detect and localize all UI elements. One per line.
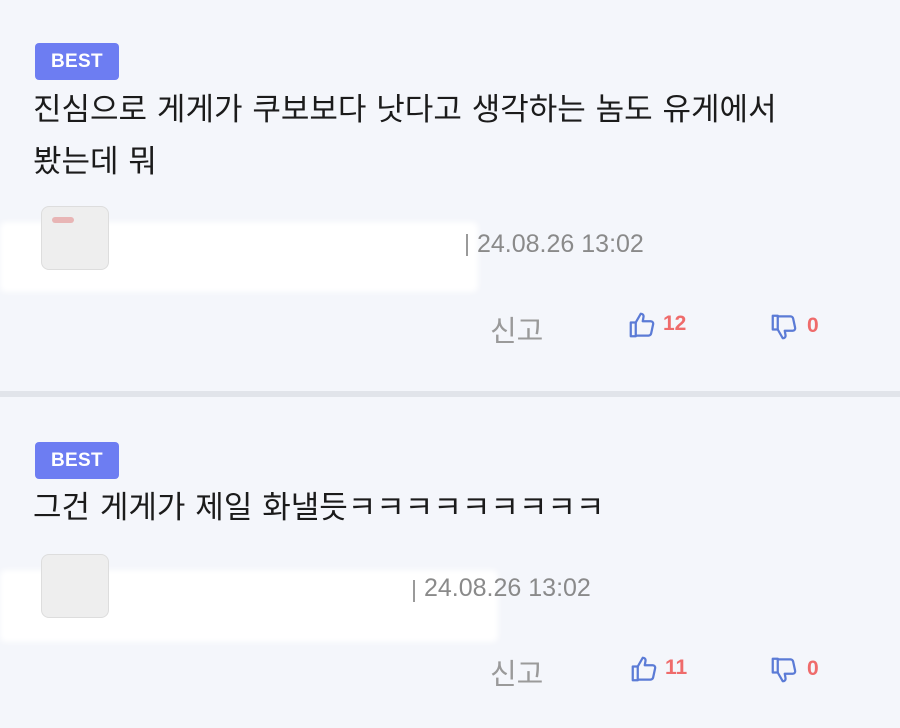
like-button[interactable]: 12 xyxy=(627,310,697,342)
like-button[interactable]: 11 xyxy=(629,654,699,686)
best-badge: BEST xyxy=(35,442,119,479)
comment-meta: 24.08.26 13:02 xyxy=(0,200,900,292)
avatar[interactable] xyxy=(41,206,109,270)
avatar[interactable] xyxy=(41,554,109,618)
meta-separator xyxy=(413,580,415,602)
comment-meta: 24.08.26 13:02 xyxy=(0,548,900,642)
like-count: 11 xyxy=(665,656,688,679)
dislike-button[interactable]: 0 xyxy=(769,312,829,344)
comment-date: 24.08.26 13:02 xyxy=(477,230,644,258)
thumbs-up-icon xyxy=(629,312,655,338)
thumbs-up-icon xyxy=(631,656,657,682)
comment-text-line: 진심으로 게게가 쿠보보다 낫다고 생각하는 놈도 유게에서 xyxy=(33,92,777,128)
comment-date: 24.08.26 13:02 xyxy=(424,574,591,602)
comment-text-line: 그건 게게가 제일 화낼듯ㅋㅋㅋㅋㅋㅋㅋㅋㅋ xyxy=(33,490,605,526)
dislike-count: 0 xyxy=(807,314,819,337)
report-button[interactable]: 신고 xyxy=(490,308,543,350)
comment-divider xyxy=(0,391,900,397)
meta-separator xyxy=(466,234,468,256)
comment-text: 진심으로 게게가 쿠보보다 낫다고 생각하는 놈도 유게에서 봤는데 뭐 xyxy=(33,84,873,188)
like-count: 12 xyxy=(663,312,687,335)
comment-item: BEST 진심으로 게게가 쿠보보다 낫다고 생각하는 놈도 유게에서 봤는데 … xyxy=(0,0,900,392)
comment-text: 그건 게게가 제일 화낼듯ㅋㅋㅋㅋㅋㅋㅋㅋㅋ xyxy=(33,482,873,534)
report-button[interactable]: 신고 xyxy=(490,651,543,693)
comment-text-line: 봤는데 뭐 xyxy=(33,144,157,180)
best-badge: BEST xyxy=(35,43,119,80)
thumbs-down-icon xyxy=(771,314,797,340)
thumbs-down-icon xyxy=(771,657,797,683)
comment-item: BEST 그건 게게가 제일 화낼듯ㅋㅋㅋㅋㅋㅋㅋㅋㅋ 24.08.26 13:… xyxy=(0,398,900,728)
dislike-button[interactable]: 0 xyxy=(769,655,829,687)
dislike-count: 0 xyxy=(807,657,819,680)
